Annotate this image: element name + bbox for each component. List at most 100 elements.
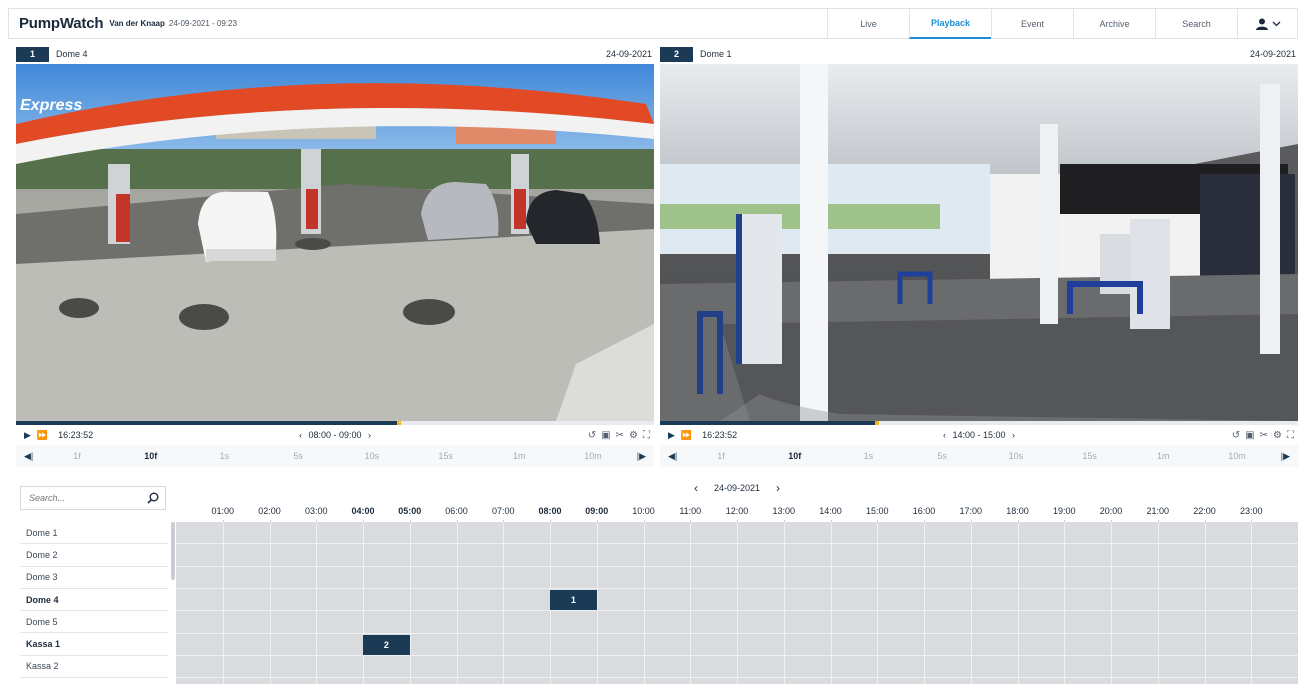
- camera-date: 24-09-2021: [1249, 49, 1296, 59]
- speed-option[interactable]: 1s: [194, 451, 254, 461]
- range-next-icon[interactable]: ›: [368, 430, 371, 440]
- recording-segment[interactable]: 1: [550, 589, 597, 611]
- grid-hour-line: [1251, 522, 1253, 684]
- grid-hour-line: [690, 522, 692, 684]
- speed-option[interactable]: 10f: [765, 451, 825, 461]
- recording-segment[interactable]: 2: [363, 634, 410, 655]
- speed-option[interactable]: 10f: [121, 451, 181, 461]
- source-item[interactable]: Kassa 2: [20, 656, 168, 679]
- chevron-down-icon: [1272, 21, 1280, 27]
- range-prev-icon[interactable]: ‹: [943, 430, 946, 440]
- grid-hour-line: [269, 522, 271, 684]
- grid-hour-line: [1157, 522, 1159, 684]
- hour-label: 02:00: [258, 506, 281, 516]
- grid-hour-line: [924, 522, 925, 684]
- speed-option[interactable]: 1f: [691, 451, 751, 461]
- grid-hour-line: [737, 522, 738, 684]
- grid-hour-line: [1111, 522, 1112, 684]
- playback-time: 16:23:52: [58, 430, 94, 440]
- hour-label: 19:00: [1052, 506, 1076, 516]
- speed-option[interactable]: 10s: [986, 451, 1046, 461]
- range-prev-icon[interactable]: ‹: [299, 430, 302, 440]
- replay-icon[interactable]: ↺: [1232, 430, 1240, 441]
- grid-hour-line: [1204, 522, 1206, 684]
- fullscreen-icon[interactable]: ⛶: [1287, 430, 1294, 441]
- settings-icon[interactable]: ⚙: [629, 430, 638, 441]
- source-item[interactable]: Dome 1: [20, 522, 168, 545]
- speed-option[interactable]: 15s: [416, 451, 476, 461]
- hour-label: 18:00: [1006, 506, 1029, 516]
- fast-forward-icon[interactable]: ⏩: [37, 430, 48, 441]
- fast-forward-icon[interactable]: ⏩: [681, 430, 692, 441]
- speed-option[interactable]: 1s: [838, 451, 898, 461]
- grid-row-line: [176, 654, 1298, 656]
- speed-option[interactable]: 1f: [47, 451, 107, 461]
- main-nav: Live Playback Event Archive Search: [827, 9, 1297, 39]
- clip-icon[interactable]: ✂: [1260, 430, 1268, 441]
- clip-icon[interactable]: ✂: [616, 430, 624, 441]
- grid-hour-line: [596, 522, 598, 684]
- source-item[interactable]: Dome 2: [20, 544, 168, 567]
- step-forward-icon[interactable]: |▶: [637, 451, 646, 462]
- grid-hour-line: [830, 522, 832, 684]
- play-icon[interactable]: ▶: [668, 430, 675, 441]
- camera-date: 24-09-2021: [605, 49, 652, 59]
- hour-label: 16:00: [912, 506, 936, 516]
- source-list-scrollbar[interactable]: [171, 522, 175, 580]
- source-list: Dome 1 Dome 2 Dome 3 Dome 4 Dome 5 Kassa 1 Kas…: [20, 522, 168, 679]
- grid-hour-line: [456, 522, 458, 684]
- date-next-icon[interactable]: ›: [776, 481, 780, 495]
- app-logo: PumpWatch: [19, 15, 104, 32]
- video-feed[interactable]: Express: [16, 64, 654, 421]
- svg-text:Express: Express: [20, 97, 82, 114]
- nav-event[interactable]: Event: [991, 9, 1073, 39]
- replay-icon[interactable]: ↺: [588, 430, 596, 441]
- nav-playback[interactable]: Playback: [909, 9, 991, 39]
- step-back-icon[interactable]: ◀|: [668, 451, 677, 462]
- play-icon[interactable]: ▶: [24, 430, 31, 441]
- top-bar: PumpWatch Van der Knaap 24-09-2021 - 09:…: [8, 8, 1298, 39]
- nav-search[interactable]: Search: [1155, 9, 1237, 39]
- speed-option[interactable]: 10m: [563, 451, 623, 461]
- date-prev-icon[interactable]: ‹: [694, 481, 698, 495]
- speed-selector: ◀| 1f 10f 1s 5s 10s 15s 1m 10m |▶: [16, 445, 654, 467]
- playback-time: 16:23:52: [702, 430, 738, 440]
- nav-live[interactable]: Live: [827, 9, 909, 39]
- step-back-icon[interactable]: ◀|: [24, 451, 33, 462]
- video-feed[interactable]: [660, 64, 1298, 421]
- nav-archive[interactable]: Archive: [1073, 9, 1155, 39]
- speed-option[interactable]: 1m: [489, 451, 549, 461]
- grid-hour-line: [877, 522, 879, 684]
- snapshot-icon[interactable]: ▣: [1245, 430, 1254, 441]
- source-item[interactable]: Dome 3: [20, 567, 168, 589]
- fullscreen-icon[interactable]: ⛶: [643, 430, 650, 441]
- user-menu-button[interactable]: [1237, 9, 1297, 39]
- speed-option[interactable]: 10m: [1207, 451, 1267, 461]
- speed-option[interactable]: 10s: [342, 451, 402, 461]
- playback-controls: ▶ ⏩ 16:23:52 ‹ 08:00 - 09:00 › ↺ ▣ ✂ ⚙ ⛶: [16, 425, 654, 445]
- speed-option[interactable]: 15s: [1060, 451, 1120, 461]
- range-next-icon[interactable]: ›: [1012, 430, 1015, 440]
- grid-row-line: [176, 632, 1298, 634]
- timeline-grid[interactable]: 12: [176, 522, 1298, 684]
- source-item[interactable]: Dome 4: [20, 589, 168, 612]
- speed-option[interactable]: 5s: [912, 451, 972, 461]
- hour-label: 17:00: [959, 506, 983, 516]
- grid-hour-line: [409, 522, 411, 684]
- source-item[interactable]: Kassa 1: [20, 633, 168, 656]
- settings-icon[interactable]: ⚙: [1273, 430, 1282, 441]
- hour-label: 10:00: [632, 506, 655, 516]
- hour-label: 07:00: [491, 506, 515, 516]
- hour-label: 21:00: [1146, 506, 1170, 516]
- search-icon[interactable]: [147, 492, 159, 504]
- grid-row-line: [176, 677, 1298, 679]
- grid-hour-line: [783, 522, 785, 684]
- speed-option[interactable]: 5s: [268, 451, 328, 461]
- snapshot-icon[interactable]: ▣: [601, 430, 610, 441]
- source-item[interactable]: Dome 5: [20, 611, 168, 634]
- grid-hour-line: [316, 522, 318, 684]
- speed-option[interactable]: 1m: [1133, 451, 1193, 461]
- hour-label: 09:00: [585, 506, 609, 516]
- step-forward-icon[interactable]: |▶: [1281, 451, 1290, 462]
- source-search-input[interactable]: [29, 493, 139, 503]
